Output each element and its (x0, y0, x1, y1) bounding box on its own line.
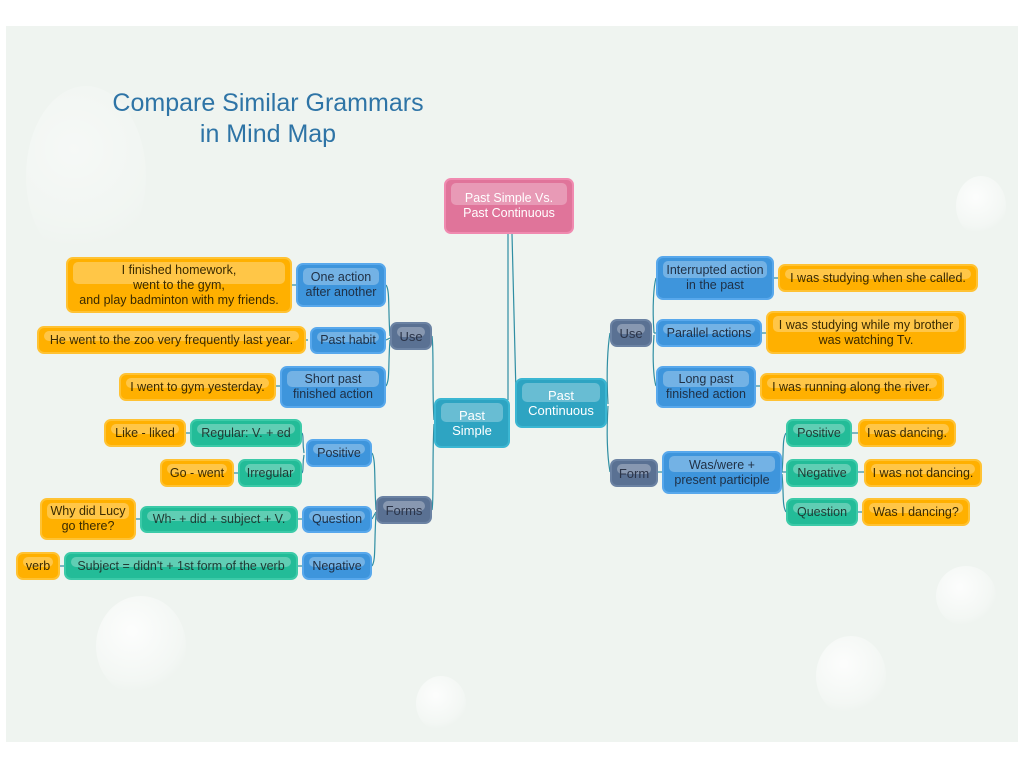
question-example-node[interactable]: Why did Lucy go there? (40, 498, 136, 540)
parallel-actions-label: Parallel actions (666, 325, 752, 340)
past-habit-label: Past habit (320, 333, 376, 347)
parallel-example-line-2: was watching Tv. (818, 332, 914, 347)
past-simple-node[interactable]: Past Simple (434, 398, 510, 448)
link-root-past-continuous (511, 233, 517, 395)
forms-label: Forms (385, 502, 423, 518)
short-past-node[interactable]: Short past finished action (280, 366, 386, 408)
negative-label: Negative (312, 558, 362, 573)
positive-node[interactable]: Positive (306, 439, 372, 467)
short-past-line-2: finished action (293, 387, 373, 401)
root-line-2: Past Continuous (463, 206, 555, 220)
irregular-rule-label: Irregular (246, 465, 294, 480)
link-use-short-past (385, 339, 391, 387)
form-label: Form (618, 465, 650, 481)
past-habit-node[interactable]: Past habit (310, 327, 386, 354)
past-habit-example-label: He went to the zoo very frequently last … (49, 332, 294, 347)
one-action-line-1: One action (310, 270, 372, 284)
was-were-rule-line-1: Was/were + (689, 457, 755, 472)
question-rule-node[interactable]: Wh- + did + subject + V. (140, 506, 298, 533)
question-example-line-2: go there? (61, 519, 115, 533)
past-continuous-form-node[interactable]: Form (610, 459, 658, 487)
past-habit-example-node[interactable]: He went to the zoo very frequently last … (37, 326, 306, 354)
interrupted-action-line-1: Interrupted action (666, 263, 764, 277)
question-example-line-1: Why did Lucy (50, 504, 126, 518)
form-negative-node[interactable]: Negative (786, 459, 858, 487)
short-past-example-label: I went to gym yesterday. (130, 379, 265, 394)
parallel-example-node[interactable]: I was studying while my brother was watc… (766, 311, 966, 354)
long-past-line-1: Long past (678, 372, 734, 386)
irregular-rule-node[interactable]: Irregular (238, 459, 302, 487)
long-past-node[interactable]: Long past finished action (656, 366, 756, 408)
regular-rule-node[interactable]: Regular: V. + ed (190, 419, 302, 447)
negative-node[interactable]: Negative (302, 552, 372, 580)
regular-rule-label: Regular: V. + ed (201, 425, 291, 440)
form-negative-example-label: I was not dancing. (872, 465, 974, 480)
form-positive-node[interactable]: Positive (786, 419, 852, 447)
root-node[interactable]: Past Simple Vs. Past Continuous (444, 178, 574, 234)
past-simple-line-2: Simple (452, 423, 492, 438)
form-question-node[interactable]: Question (786, 498, 858, 526)
long-past-example-node[interactable]: I was running along the river. (760, 373, 944, 401)
past-simple-line-1: Past (458, 408, 485, 423)
one-action-example-node[interactable]: I finished homework, went to the gym, an… (66, 257, 292, 313)
form-question-example-node[interactable]: Was I dancing? (862, 498, 970, 526)
question-node[interactable]: Question (302, 506, 372, 533)
link-positive-regular (301, 432, 305, 454)
long-past-line-2: finished action (666, 387, 746, 401)
interrupted-action-line-2: in the past (686, 278, 744, 292)
past-simple-use-node[interactable]: Use (390, 322, 432, 350)
positive-label: Positive (317, 445, 361, 460)
root-line-1: Past Simple Vs. (464, 191, 554, 205)
one-action-node[interactable]: One action after another (296, 263, 386, 307)
past-simple-forms-node[interactable]: Forms (376, 496, 432, 524)
form-positive-label: Positive (797, 425, 841, 440)
link-forms-negative (371, 513, 377, 567)
form-positive-example-label: I was dancing. (867, 425, 947, 440)
regular-example-label: Like - liked (115, 425, 175, 440)
one-action-example-line-3: and play badminton with my friends. (79, 292, 279, 307)
form-positive-example-node[interactable]: I was dancing. (858, 419, 956, 447)
negative-example-node[interactable]: verb (16, 552, 60, 580)
interrupted-action-node[interactable]: Interrupted action in the past (656, 256, 774, 300)
past-continuous-use-node[interactable]: Use (610, 319, 652, 347)
was-were-rule-node[interactable]: Was/were + present participle (662, 451, 782, 494)
past-continuous-line-1: Past (547, 388, 574, 403)
interrupted-example-node[interactable]: I was studying when she called. (778, 264, 978, 292)
long-past-example-label: I was running along the river. (772, 379, 932, 394)
negative-example-label: verb (25, 558, 51, 573)
use-label: Use (619, 325, 643, 341)
form-negative-label: Negative (797, 465, 847, 480)
past-continuous-node[interactable]: Past Continuous (515, 378, 607, 428)
short-past-example-node[interactable]: I went to gym yesterday. (119, 373, 276, 401)
use-label: Use (399, 328, 423, 344)
question-rule-label: Wh- + did + subject + V. (152, 512, 286, 526)
link-past-continuous-use (606, 332, 611, 405)
one-action-example-line-2: went to the gym, (133, 277, 225, 292)
one-action-example-line-1: I finished homework, (121, 262, 237, 277)
link-positive-irregular (301, 454, 305, 474)
parallel-actions-node[interactable]: Parallel actions (656, 319, 762, 347)
form-question-example-label: Was I dancing? (873, 504, 959, 519)
parallel-example-line-1: I was studying while my brother (778, 317, 954, 332)
was-were-rule-line-2: present participle (674, 472, 770, 487)
interrupted-example-label: I was studying when she called. (790, 270, 966, 285)
question-label: Question (311, 512, 363, 526)
form-question-label: Question (796, 504, 848, 519)
irregular-example-node[interactable]: Go - went (160, 459, 234, 487)
past-continuous-line-2: Continuous (528, 403, 594, 418)
negative-rule-node[interactable]: Subject = didn't + 1st form of the verb (64, 552, 298, 580)
form-negative-example-node[interactable]: I was not dancing. (864, 459, 982, 487)
regular-example-node[interactable]: Like - liked (104, 419, 186, 447)
one-action-line-2: after another (305, 285, 377, 299)
negative-rule-label: Subject = didn't + 1st form of the verb (77, 558, 285, 573)
irregular-example-label: Go - went (169, 465, 225, 480)
link-past-continuous-form (606, 405, 611, 473)
short-past-line-1: Short past (304, 372, 362, 386)
